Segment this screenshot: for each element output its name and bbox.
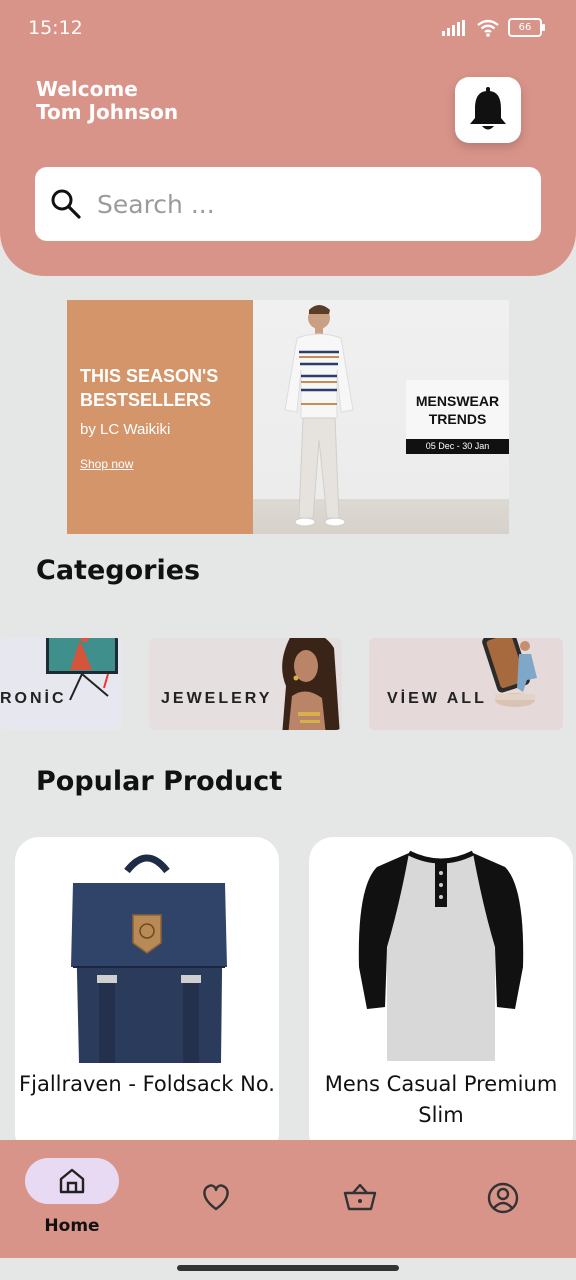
promo-banner[interactable]: THIS SEASON'S BESTSELLERS by LC Waikiki … [67,300,509,534]
banner-title: THIS SEASON'S BESTSELLERS [80,366,219,410]
welcome-text: Welcome Tom Johnson [36,78,178,124]
basket-icon [343,1183,377,1211]
banner-shop-now-link[interactable]: Shop now [80,457,133,471]
banner-text-panel: THIS SEASON'S BESTSELLERS by LC Waikiki … [67,300,253,534]
raglan-shirt-image [358,850,524,1061]
menswear-badge-title: MENSWEAR TRENDS [415,393,500,427]
nav-home-label: Home [44,1216,100,1236]
product-card[interactable]: Mens Casual Premium Slim [309,837,573,1157]
backpack-image [71,854,227,1063]
battery-icon: 66 [508,18,545,37]
nav-basket[interactable] [343,1182,377,1212]
bottom-navigation: Home [0,1140,576,1258]
jewelery-model-image [282,638,340,730]
system-home-indicator[interactable] [177,1265,399,1271]
search-bar[interactable] [35,167,541,241]
product-card[interactable]: Fjallraven - Foldsack No. [15,837,279,1157]
home-icon [59,1168,85,1194]
categories-title: Categories [36,555,201,586]
view-all-image [482,638,537,707]
bell-icon [470,87,506,130]
category-view-all-label: VİEW ALL [387,690,487,707]
user-name: Tom Johnson [36,100,179,124]
category-jewelery-label: JEWELERY [161,690,273,707]
product-name: Fjallraven - Foldsack No. [19,1072,275,1096]
heart-icon [203,1184,229,1211]
menswear-badge: MENSWEAR TRENDS [406,380,509,440]
popular-product-title: Popular Product [36,766,283,797]
nav-profile[interactable] [487,1182,519,1214]
status-time: 15:12 [28,17,83,39]
signal-icon [442,19,465,36]
search-icon [51,189,81,219]
header: 15:12 66 Welcome Tom Johnson [0,0,576,276]
search-input[interactable] [95,188,499,220]
banner-subtitle: by LC Waikiki [80,421,171,438]
category-electronics-label: RONİC [0,690,67,707]
profile-icon [487,1182,519,1214]
product-name: Mens Casual Premium Slim [324,1072,558,1127]
category-electronics[interactable]: RONİC [0,638,122,730]
wifi-icon [477,19,499,37]
nav-home[interactable]: Home [25,1158,119,1236]
status-icons: 66 [442,18,545,37]
welcome-label: Welcome [36,77,138,101]
category-view-all[interactable]: VİEW ALL [369,638,563,730]
notifications-button[interactable] [455,77,521,143]
nav-home-pill [25,1158,119,1204]
menswear-badge-date: 05 Dec - 30 Jan [406,439,509,454]
nav-favorites[interactable] [200,1182,232,1212]
category-jewelery[interactable]: JEWELERY [149,638,342,730]
